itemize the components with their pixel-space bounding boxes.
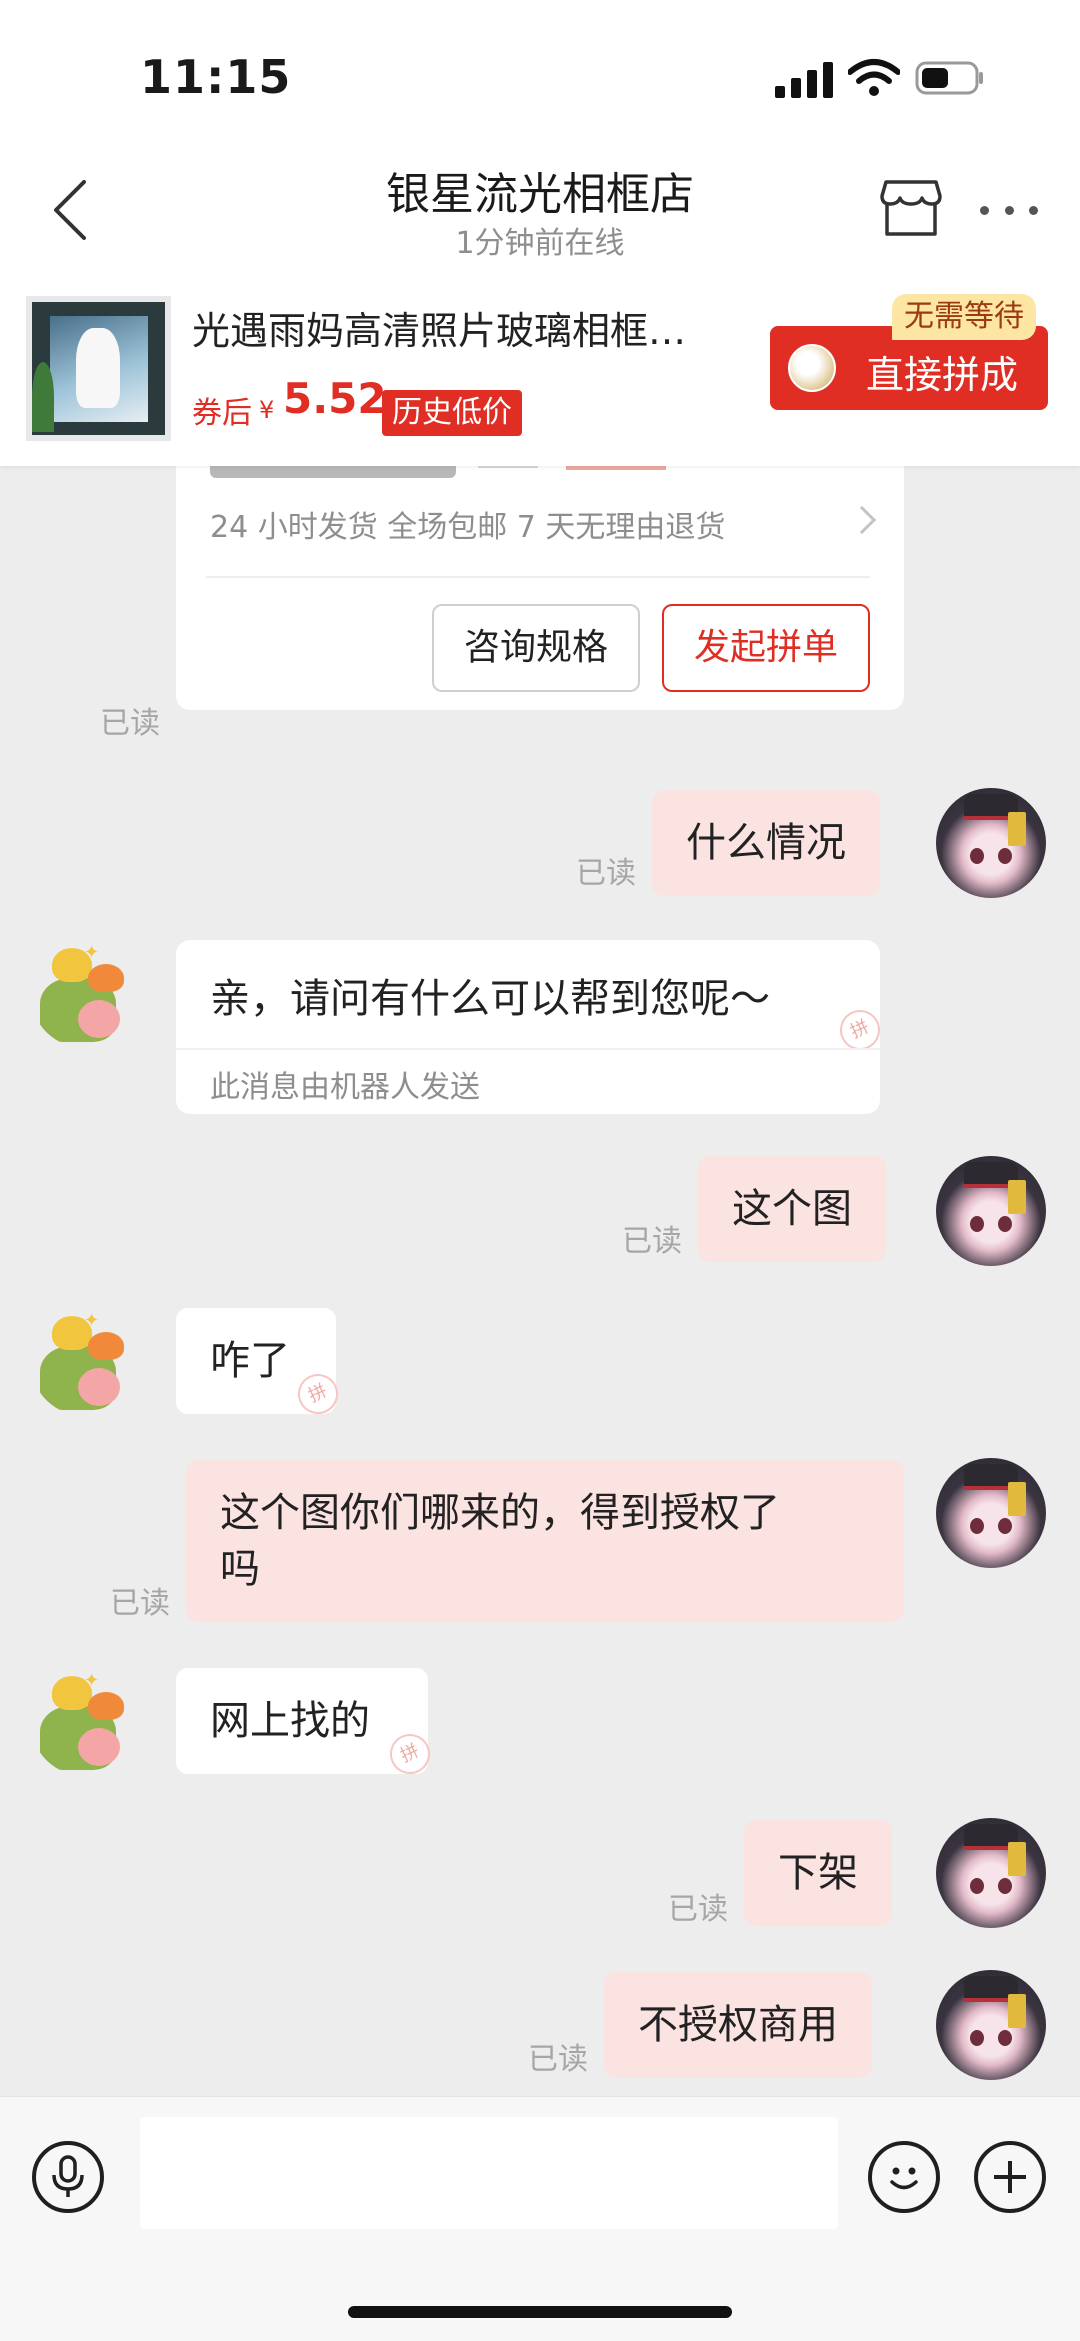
mic-icon (52, 2155, 84, 2197)
shop-avatar[interactable]: ✦ (30, 1666, 140, 1776)
status-bar: 11:15 (0, 0, 1080, 150)
read-status: 已读 (528, 2042, 588, 2077)
message-text: 不授权商用 (638, 2002, 838, 2048)
chat-header: 银星流光相框店 1分钟前在线 (0, 150, 1080, 278)
message-text: 网上找的 (210, 1698, 370, 1744)
plus-icon (994, 2161, 1026, 2193)
join-group-label: 直接拼成 (866, 353, 1019, 397)
message-text: 下架 (778, 1850, 858, 1896)
currency-symbol: ¥ (259, 396, 275, 424)
more-button[interactable] (974, 180, 1044, 240)
product-price: 5.52 (283, 374, 387, 423)
start-group-button[interactable]: 发起拼单 (662, 604, 870, 692)
my-message-bubble[interactable]: 什么情况 (652, 790, 880, 896)
chevron-right-icon[interactable] (847, 505, 877, 535)
store-icon[interactable] (878, 174, 944, 240)
card-guarantee: 24 小时发货 全场包邮 7 天无理由退货 (210, 510, 726, 545)
no-wait-badge: 无需等待 (892, 294, 1036, 340)
read-status: 已读 (622, 1224, 682, 1259)
home-indicator[interactable] (348, 2306, 732, 2318)
product-card[interactable]: 24 小时发货 全场包邮 7 天无理由退货 咨询规格 发起拼单 (176, 466, 904, 710)
product-bar[interactable]: 光遇雨妈高清照片玻璃相框… 券后 ¥ 5.52 历史低价 直接拼成 无需等待 (0, 278, 1080, 466)
product-thumbnail[interactable] (26, 296, 171, 441)
read-status: 已读 (110, 1586, 170, 1621)
voice-button[interactable] (32, 2141, 104, 2213)
my-avatar[interactable] (936, 1156, 1046, 1266)
battery-icon (915, 61, 983, 95)
input-bar (0, 2096, 1080, 2341)
pin-badge-icon: 拼 (291, 1367, 345, 1421)
shop-avatar[interactable]: ✦ (30, 938, 140, 1048)
my-message-bubble[interactable]: 下架 (744, 1820, 892, 1926)
bot-message[interactable]: 亲，请问有什么可以帮到您呢～ 拼 此消息由机器人发送 (176, 940, 887, 1114)
my-message-bubble[interactable]: 这个图你们哪来的，得到授权了 吗 (186, 1460, 904, 1622)
message-text-line-1: 这个图你们哪来的，得到授权了 (220, 1490, 780, 1536)
bot-divider (176, 1048, 880, 1050)
shop-avatar[interactable]: ✦ (30, 1306, 140, 1416)
more-icon (980, 205, 989, 215)
card-divider (206, 576, 870, 578)
emoji-button[interactable] (868, 2141, 940, 2213)
shop-message-bubble[interactable]: 咋了 拼 (176, 1308, 345, 1421)
message-text: 亲，请问有什么可以帮到您呢～ (210, 976, 770, 1022)
read-status: 已读 (576, 856, 636, 891)
product-name[interactable]: 光遇雨妈高清照片玻璃相框… (192, 300, 732, 355)
my-message-bubble[interactable]: 不授权商用 (604, 1972, 872, 2078)
my-avatar[interactable] (936, 1818, 1046, 1928)
message-input[interactable] (140, 2117, 838, 2229)
card-price (478, 466, 678, 472)
read-status: 已读 (668, 1892, 728, 1927)
pin-badge-icon: 拼 (383, 1727, 437, 1781)
emoji-icon (890, 2167, 918, 2190)
chat-area[interactable]: 24 小时发货 全场包邮 7 天无理由退货 咨询规格 发起拼单 已读 已读 什么… (0, 466, 1080, 2096)
message-text: 什么情况 (686, 820, 846, 866)
wifi-icon (848, 59, 900, 96)
card-image (210, 466, 456, 478)
ask-spec-button[interactable]: 咨询规格 (432, 604, 640, 692)
coupon-label: 券后 (192, 396, 252, 431)
more-actions-button[interactable] (974, 2141, 1046, 2213)
shop-message-bubble[interactable]: 网上找的 拼 (176, 1668, 437, 1781)
my-avatar[interactable] (936, 1970, 1046, 2080)
status-time: 11:15 (140, 50, 292, 104)
message-text: 这个图 (732, 1186, 852, 1232)
signal-icon (775, 62, 833, 98)
my-avatar[interactable] (936, 788, 1046, 898)
lowest-price-badge: 历史低价 (382, 390, 522, 436)
message-text: 咋了 (210, 1338, 290, 1384)
bot-note: 此消息由机器人发送 (210, 1070, 480, 1105)
my-message-bubble[interactable]: 这个图 (698, 1156, 886, 1262)
message-text-line-2: 吗 (220, 1546, 260, 1592)
my-avatar[interactable] (936, 1458, 1046, 1568)
buyer-avatar (788, 344, 836, 392)
read-status: 已读 (100, 706, 160, 741)
